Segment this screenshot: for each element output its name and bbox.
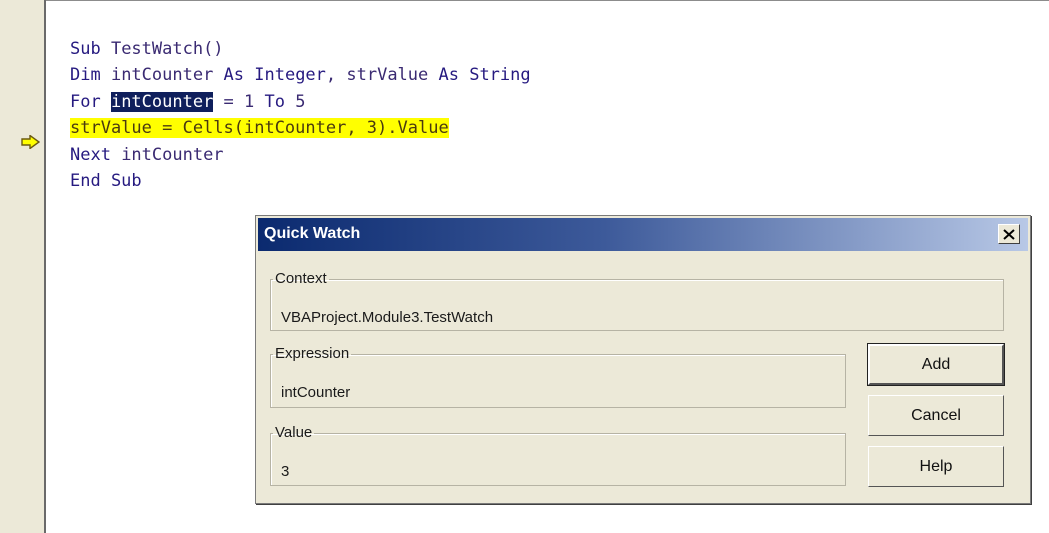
code-text[interactable]: Sub TestWatch() Dim intCounter As Integer… bbox=[70, 36, 531, 194]
context-label: Context bbox=[275, 270, 327, 287]
code-token: Sub bbox=[70, 39, 111, 59]
add-button[interactable]: Add bbox=[867, 343, 1005, 386]
quick-watch-dialog: Quick Watch Context VBAProject.Module3.T… bbox=[255, 215, 1031, 504]
code-line[interactable]: For intCounter = 1 To 5 bbox=[70, 89, 531, 115]
dialog-titlebar[interactable]: Quick Watch bbox=[258, 218, 1028, 251]
help-button[interactable]: Help bbox=[868, 446, 1004, 487]
current-line-arrow-icon bbox=[21, 135, 40, 149]
code-line[interactable]: strValue = Cells(intCounter, 3).Value bbox=[70, 115, 531, 141]
code-line[interactable]: Sub TestWatch() bbox=[70, 36, 531, 62]
value-value: 3 bbox=[281, 463, 290, 480]
code-line[interactable]: End Sub bbox=[70, 168, 531, 194]
code-token: , strValue bbox=[325, 65, 439, 86]
code-line[interactable]: Dim intCounter As Integer, strValue As S… bbox=[70, 62, 531, 88]
window-border bbox=[0, 0, 1049, 1]
selected-text: intCounter bbox=[110, 91, 214, 112]
code-token: TestWatch() bbox=[110, 39, 224, 59]
dialog-title: Quick Watch bbox=[264, 225, 361, 242]
code-token: 5 bbox=[284, 91, 306, 112]
code-token: For bbox=[70, 91, 111, 112]
value-group: Value 3 bbox=[270, 425, 846, 486]
code-token: As String bbox=[438, 65, 531, 86]
code-token: Next bbox=[70, 144, 122, 165]
code-line[interactable]: Next intCounter bbox=[70, 142, 531, 168]
value-label: Value bbox=[275, 424, 313, 441]
execution-highlight: strValue = Cells(intCounter, 3).Value bbox=[70, 118, 449, 139]
code-token: As Integer bbox=[223, 65, 326, 86]
close-icon bbox=[1003, 228, 1015, 240]
code-token: intCounter bbox=[110, 65, 224, 86]
close-button[interactable] bbox=[998, 224, 1020, 244]
code-token: = 1 bbox=[213, 91, 265, 112]
margin-indicator-bar[interactable] bbox=[0, 0, 46, 533]
context-group: Context VBAProject.Module3.TestWatch bbox=[270, 271, 1004, 331]
code-token: End Sub bbox=[70, 170, 142, 191]
cancel-button[interactable]: Cancel bbox=[868, 395, 1004, 436]
context-value: VBAProject.Module3.TestWatch bbox=[281, 309, 494, 326]
expression-group: Expression intCounter bbox=[270, 346, 846, 408]
code-token: To bbox=[264, 91, 285, 112]
expression-label: Expression bbox=[275, 345, 350, 362]
code-token: Dim bbox=[70, 65, 111, 86]
code-token: intCounter bbox=[121, 144, 224, 165]
expression-value: intCounter bbox=[281, 384, 351, 401]
